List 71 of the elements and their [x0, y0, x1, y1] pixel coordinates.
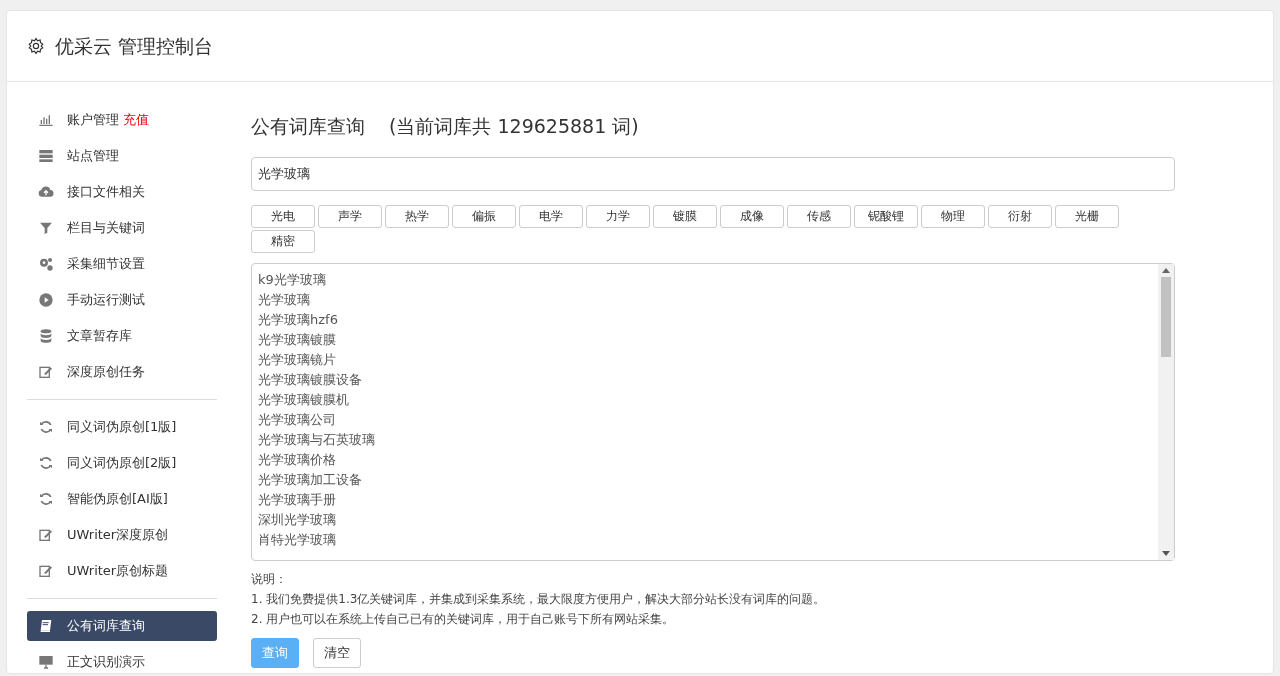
keyword-tag[interactable]: 成像 [720, 204, 784, 228]
page-title: 公有词库查询 [251, 114, 365, 139]
keyword-tag[interactable]: 声学 [318, 204, 382, 228]
result-item[interactable]: 肖特光学玻璃 [258, 529, 1152, 550]
sidebar-item[interactable]: UWriter原创标题 [27, 556, 217, 586]
sidebar-item[interactable]: 智能伪原创[AI版] [27, 484, 217, 514]
edit-icon [37, 364, 55, 380]
keyword-tag[interactable]: 偏振 [452, 204, 516, 228]
sidebar-item[interactable]: 账户管理 充值 [27, 105, 217, 135]
sidebar-item[interactable]: 手动运行测试 [27, 285, 217, 315]
cloud-upload-icon [37, 184, 55, 200]
sidebar-item[interactable]: 接口文件相关 [27, 177, 217, 207]
clear-button[interactable]: 清空 [313, 637, 361, 668]
result-item[interactable]: 光学玻璃镀膜 [258, 329, 1152, 350]
refresh-icon [37, 455, 55, 471]
server-icon [37, 148, 55, 164]
settings-icon [27, 37, 45, 55]
sidebar-item[interactable]: 同义词伪原创[1版] [27, 412, 217, 442]
keyword-tag[interactable]: 镀膜 [653, 204, 717, 228]
result-item[interactable]: 光学玻璃手册 [258, 489, 1152, 510]
recharge-link[interactable]: 充值 [123, 110, 149, 130]
keyword-tag[interactable]: 铌酸锂 [854, 204, 918, 228]
sidebar-item[interactable]: 栏目与关键词 [27, 213, 217, 243]
note-text: 说明： [251, 570, 288, 588]
scroll-down-icon[interactable] [1162, 550, 1170, 556]
result-item[interactable]: 深圳光学玻璃 [258, 509, 1152, 530]
result-item[interactable]: 光学玻璃与石英玻璃 [258, 429, 1152, 450]
result-list[interactable]: k9光学玻璃 光学玻璃 光学玻璃hzf6 光学玻璃镀膜 光学玻璃镜片 光学玻璃镀膜设备 光学玻璃镀膜机 光学玻璃公司 光学玻璃与石英玻璃 光学玻璃价格 光学玻璃加工设备 光学玻璃手册 深圳光学玻璃 肖特光学玻璃 [251, 262, 1175, 561]
keyword-tag[interactable]: 传感 [787, 204, 851, 228]
sidebar-item[interactable]: 公有词库查询 [27, 611, 217, 641]
scrollbar-thumb[interactable] [1161, 276, 1171, 357]
keyword-tag[interactable]: 力学 [586, 204, 650, 228]
play-icon [37, 292, 55, 308]
keyword-tag[interactable]: 精密 [251, 229, 315, 253]
sidebar-item[interactable]: 文章暂存库 [27, 321, 217, 351]
monitor-icon [37, 654, 55, 670]
keyword-tag[interactable]: 光电 [251, 204, 315, 228]
edit-icon [37, 527, 55, 543]
word-count: (当前词库共 129625881 词) [389, 114, 639, 139]
sidebar-item[interactable]: 采集细节设置 [27, 249, 217, 279]
refresh-icon [37, 419, 55, 435]
console-title: 优采云 管理控制台 [55, 33, 214, 59]
sidebar-item[interactable]: 同义词伪原创[2版] [27, 448, 217, 478]
result-item[interactable]: 光学玻璃镜片 [258, 349, 1152, 370]
result-item[interactable]: 光学玻璃公司 [258, 409, 1152, 430]
result-item[interactable]: 光学玻璃价格 [258, 449, 1152, 470]
result-item[interactable]: 光学玻璃hzf6 [258, 309, 1152, 330]
sidebar-item[interactable]: 站点管理 [27, 141, 217, 171]
sidebar-item-label[interactable]: 账户管理 [67, 110, 119, 130]
bar-chart-icon [37, 112, 55, 128]
note-text: 1. 我们免费提供1.3亿关键词库，并集成到采集系统，最大限度方便用户，解决大部分站长没有词库的问题。 [251, 590, 827, 608]
result-item[interactable]: 光学玻璃镀膜机 [258, 389, 1152, 410]
keyword-tag[interactable]: 热学 [385, 204, 449, 228]
note-text: 2. 用户也可以在系统上传自己已有的关键词库，用于自己账号下所有网站采集。 [251, 610, 676, 628]
edit-icon [37, 563, 55, 579]
scrollbar[interactable] [1158, 263, 1174, 560]
refresh-icon [37, 491, 55, 507]
gears-icon [37, 256, 55, 272]
result-item[interactable]: 光学玻璃镀膜设备 [258, 369, 1152, 390]
keyword-tag[interactable]: 衍射 [988, 204, 1052, 228]
result-item[interactable]: 光学玻璃 [258, 289, 1152, 310]
result-item[interactable]: 光学玻璃加工设备 [258, 469, 1152, 490]
keyword-tag[interactable]: 电学 [519, 204, 583, 228]
search-field[interactable]: 光学玻璃 [251, 156, 1175, 191]
keyword-tag[interactable]: 光栅 [1055, 204, 1119, 228]
sidebar-item[interactable]: 深度原创任务 [27, 357, 217, 387]
scroll-up-icon[interactable] [1162, 267, 1170, 273]
keyword-tag[interactable]: 物理 [921, 204, 985, 228]
sidebar-item[interactable]: UWriter深度原创 [27, 520, 217, 550]
result-item[interactable]: k9光学玻璃 [258, 269, 1152, 290]
sidebar-item[interactable]: 正文识别演示 [27, 647, 217, 673]
